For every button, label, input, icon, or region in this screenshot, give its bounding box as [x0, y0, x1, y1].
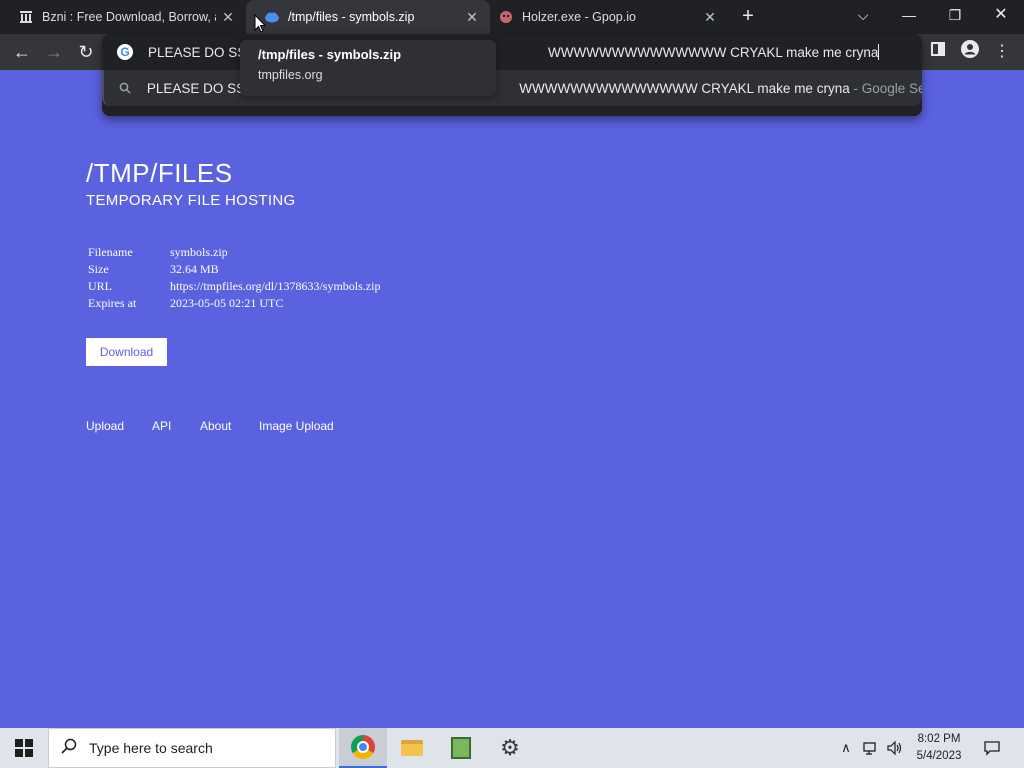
tab-title: Holzer.exe - Gpop.io: [522, 10, 636, 24]
tab-title: Bzni : Free Download, Borrow, and: [42, 10, 216, 24]
table-row: Expires at 2023-05-05 02:21 UTC: [86, 295, 382, 312]
taskbar-search[interactable]: Type here to search: [48, 728, 336, 768]
omnibox-text-end: WWWWWWWWWWWWWW CRYAKL make me cryna: [548, 45, 879, 60]
info-label: Filename: [88, 245, 133, 259]
search-icon: [49, 738, 89, 759]
close-tab-icon[interactable]: ✕: [698, 9, 722, 26]
footer-link-upload[interactable]: Upload: [86, 419, 124, 433]
clock-time: 8:02 PM: [917, 733, 961, 745]
side-panel-icon[interactable]: [926, 40, 950, 64]
gear-icon: ⚙: [500, 735, 520, 760]
restore-icon[interactable]: ❐: [932, 0, 978, 30]
reload-icon[interactable]: ↻: [72, 38, 100, 66]
tab-strip: Bzni : Free Download, Borrow, and ✕ /tmp…: [0, 0, 1024, 34]
info-value-url[interactable]: https://tmpfiles.org/dl/1378633/symbols.…: [168, 278, 382, 295]
table-row: Size 32.64 MB: [86, 261, 382, 278]
mouse-pointer-icon: [254, 13, 267, 39]
notepad-icon: [451, 737, 471, 759]
hover-card-title: /tmp/files - symbols.zip: [258, 47, 402, 62]
profile-icon[interactable]: [958, 40, 982, 64]
new-tab-icon[interactable]: +: [736, 4, 760, 28]
windows-icon: [15, 739, 33, 757]
close-window-icon[interactable]: ✕: [978, 0, 1024, 30]
taskbar: Type here to search ⚙ ∧ 8:02 PM 5/4/2023: [0, 728, 1024, 768]
back-icon[interactable]: ←: [8, 38, 36, 66]
page-content: /TMP/FILES TEMPORARY FILE HOSTING Filena…: [0, 116, 1024, 728]
search-icon: [104, 82, 147, 94]
search-placeholder: Type here to search: [89, 740, 213, 756]
tab-gpop[interactable]: Holzer.exe - Gpop.io ✕: [490, 0, 728, 34]
info-value: symbols.zip: [170, 245, 228, 259]
taskbar-notepad[interactable]: [437, 728, 485, 768]
close-tab-icon[interactable]: ✕: [216, 9, 240, 26]
tab-title: /tmp/files - symbols.zip: [288, 10, 415, 24]
taskbar-chrome[interactable]: [339, 728, 387, 768]
file-info-table: Filename symbols.zip Size 32.64 MB URL h…: [86, 244, 382, 312]
suggestion-suffix: - Google Search: [853, 80, 922, 96]
omnibox-suggestion[interactable]: PLEASE DO SS WWWWWWWWWWWWWW CRYAKL make …: [102, 70, 922, 106]
omnibox-input[interactable]: G PLEASE DO SS WWWWWWWWWWWWWW CRYAKL mak…: [102, 34, 922, 70]
close-tab-icon[interactable]: ✕: [460, 9, 484, 26]
gpop-icon: [498, 9, 514, 25]
volume-icon[interactable]: [884, 728, 906, 768]
footer-link-api[interactable]: API: [152, 419, 171, 433]
notifications-icon[interactable]: [978, 728, 1006, 768]
tab-bzni[interactable]: Bzni : Free Download, Borrow, and ✕: [0, 0, 246, 34]
footer-link-about[interactable]: About: [200, 419, 231, 433]
tab-hover-card: /tmp/files - symbols.zip tmpfiles.org: [240, 40, 496, 96]
clock[interactable]: 8:02 PM 5/4/2023: [906, 731, 972, 765]
page-subtitle: TEMPORARY FILE HOSTING: [86, 192, 296, 209]
suggestion-text-end: WWWWWWWWWWWWWW CRYAKL make me cryna: [519, 80, 850, 96]
clock-date: 5/4/2023: [916, 750, 962, 762]
cloud-icon: [264, 9, 280, 25]
menu-dots-icon[interactable]: ⋮: [990, 40, 1014, 64]
folder-icon: [401, 740, 423, 756]
google-icon: G: [117, 44, 133, 60]
taskbar-settings[interactable]: ⚙: [486, 728, 534, 768]
hover-card-host: tmpfiles.org: [258, 68, 323, 82]
footer-link-image-upload[interactable]: Image Upload: [259, 419, 334, 433]
omnibox-dropdown: G PLEASE DO SS WWWWWWWWWWWWWW CRYAKL mak…: [102, 34, 922, 116]
info-value: 2023-05-05 02:21 UTC: [170, 296, 284, 310]
info-label: Size: [88, 262, 109, 276]
info-value: 32.64 MB: [170, 262, 219, 276]
info-label: URL: [88, 279, 112, 293]
taskbar-file-explorer[interactable]: [388, 728, 436, 768]
tab-tmpfiles[interactable]: /tmp/files - symbols.zip ✕: [246, 0, 490, 34]
table-row: Filename symbols.zip: [86, 244, 382, 261]
page-title: /TMP/FILES: [86, 158, 233, 188]
network-icon[interactable]: [860, 728, 882, 768]
chrome-icon: [351, 735, 375, 759]
info-label: Expires at: [88, 296, 137, 310]
tray-chevron-icon[interactable]: ∧: [836, 728, 856, 768]
forward-icon[interactable]: →: [40, 38, 68, 66]
minimize-icon[interactable]: —: [886, 0, 932, 30]
archive-icon: [18, 9, 34, 25]
download-button[interactable]: Download: [86, 338, 167, 366]
text-caret: [878, 44, 880, 60]
tab-search-chevron-icon[interactable]: ⌵: [840, 0, 886, 30]
table-row: URL https://tmpfiles.org/dl/1378633/symb…: [86, 278, 382, 295]
start-button[interactable]: [0, 728, 48, 768]
